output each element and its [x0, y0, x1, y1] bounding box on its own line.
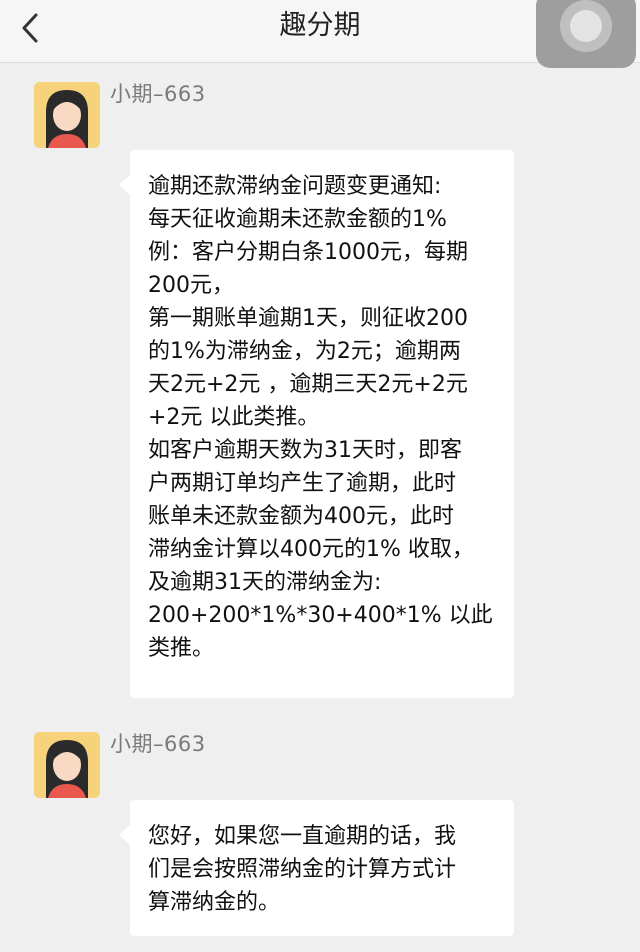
message-bubble[interactable]: 逾期还款滞纳金问题变更通知: 每天征收逾期未还款金额的1% 例：客户分期白条10… [119, 150, 514, 698]
assistive-touch-button[interactable] [536, 0, 636, 68]
sender-name: 小期–663 [110, 82, 206, 106]
assistive-touch-icon [560, 0, 612, 52]
message-bubble[interactable]: 您好，如果您一直逾期的话，我 们是会按照滞纳金的计算方式计 算滞纳金的。 [119, 800, 514, 936]
girl-avatar-icon [34, 82, 100, 148]
girl-avatar-icon [34, 732, 100, 798]
sender-avatar[interactable] [34, 732, 100, 798]
sender-name: 小期–663 [110, 732, 206, 756]
sender-avatar[interactable] [34, 82, 100, 148]
